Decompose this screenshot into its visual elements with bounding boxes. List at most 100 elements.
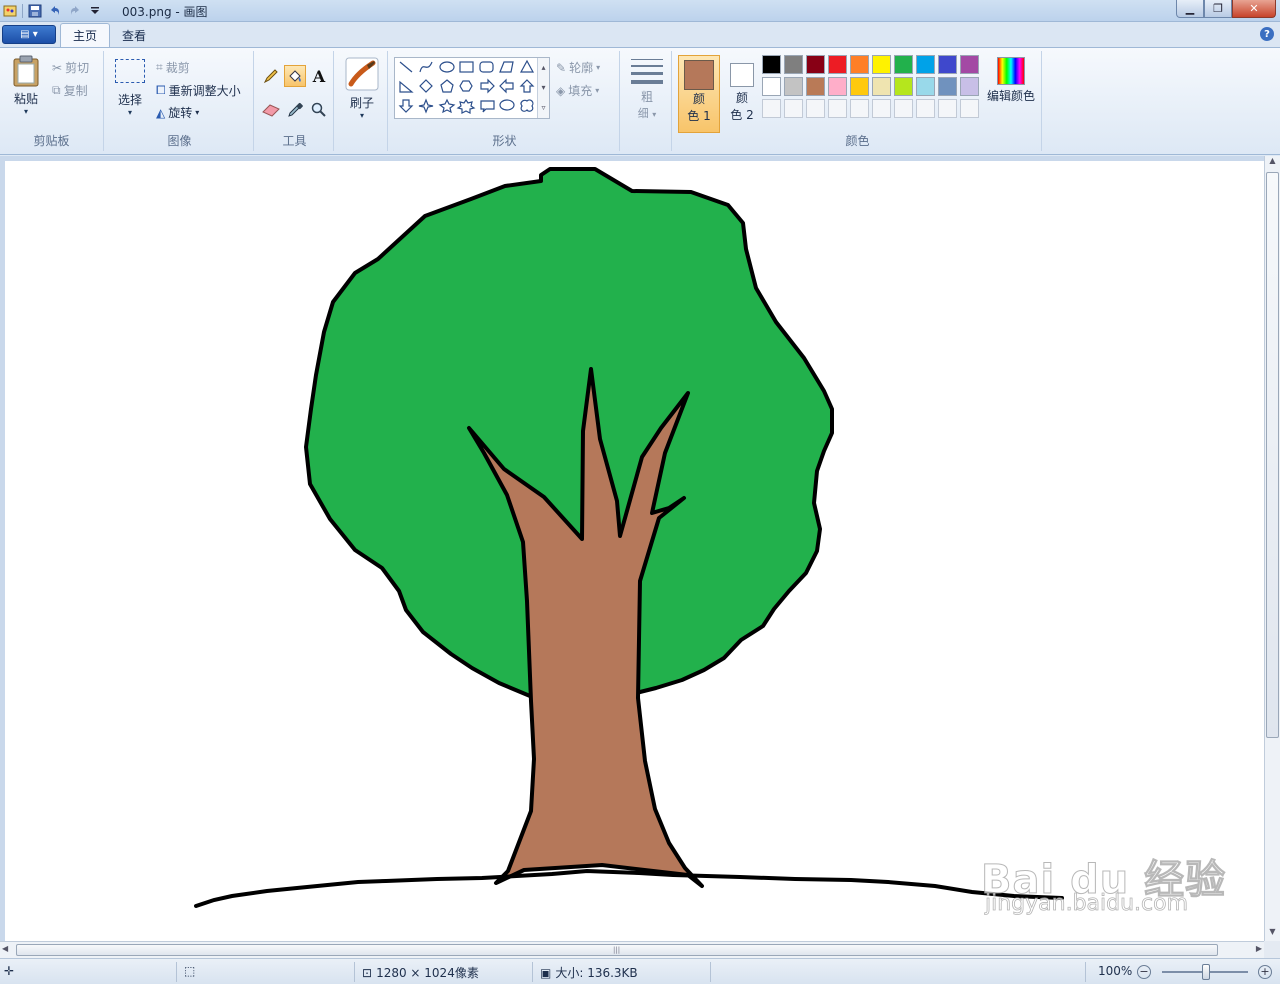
rotate-button[interactable]: ◭ 旋转 ▾ <box>156 104 199 121</box>
palette-swatch[interactable] <box>806 77 825 96</box>
palette-swatch[interactable] <box>960 55 979 74</box>
scroll-down-icon: ▾ <box>541 83 546 92</box>
cut-label: 剪切 <box>65 61 90 75</box>
custom-color-slot[interactable] <box>872 99 891 118</box>
fill-button[interactable]: ◈ 填充 ▾ <box>556 82 599 99</box>
outline-button[interactable]: ✎ 轮廓 ▾ <box>556 59 600 76</box>
palette-swatch[interactable] <box>762 55 781 74</box>
horizontal-scrollbar[interactable]: ◀ ||| ▶ <box>0 941 1264 958</box>
palette-swatch[interactable] <box>894 77 913 96</box>
scroll-up-arrow-icon[interactable]: ▲ <box>1265 156 1280 170</box>
horizontal-scroll-thumb[interactable]: ||| <box>16 944 1218 956</box>
tab-view[interactable]: 查看 <box>110 23 158 47</box>
text-tool[interactable]: A <box>308 65 330 87</box>
dimensions-icon: ⊡ <box>362 965 373 980</box>
palette-swatch[interactable] <box>850 55 869 74</box>
paste-button[interactable]: 粘贴 ▾ <box>8 55 44 116</box>
shapes-scroll[interactable]: ▴ ▾ ▿ <box>537 58 549 118</box>
copy-icon: ⧉ <box>52 83 61 97</box>
custom-color-slot[interactable] <box>938 99 957 118</box>
disk-icon: ▣ <box>540 965 552 980</box>
zoom-in-button[interactable]: + <box>1258 965 1272 979</box>
cut-button[interactable]: ✂ 剪切 <box>52 59 89 76</box>
palette-swatch[interactable] <box>806 55 825 74</box>
resize-button[interactable]: ⧠ 重新调整大小 <box>156 82 241 99</box>
custom-color-slot[interactable] <box>894 99 913 118</box>
outline-icon: ✎ <box>556 60 567 75</box>
scroll-right-arrow-icon[interactable]: ▶ <box>1256 944 1262 953</box>
scroll-down-arrow-icon[interactable]: ▼ <box>1265 927 1280 941</box>
eraser-tool[interactable] <box>260 99 282 121</box>
custom-color-slot[interactable] <box>806 99 825 118</box>
minimize-button[interactable]: ▁ <box>1176 0 1204 18</box>
vertical-scroll-thumb[interactable] <box>1266 172 1279 738</box>
palette-swatch[interactable] <box>872 55 891 74</box>
redo-icon[interactable] <box>67 3 83 19</box>
size-button[interactable]: 粗 细 ▾ <box>628 57 666 121</box>
drawing-canvas[interactable]: Bai du 经验 jingyan.baidu.com <box>5 161 1264 941</box>
app-menu-button[interactable]: ▤ ▾ <box>2 25 56 44</box>
custom-color-slot[interactable] <box>762 99 781 118</box>
outline-dropdown-icon: ▾ <box>596 63 601 72</box>
pencil-tool[interactable] <box>260 65 282 87</box>
custom-color-slot[interactable] <box>784 99 803 118</box>
palette-swatch[interactable] <box>784 55 803 74</box>
color1-button[interactable]: 颜 色 1 <box>678 55 720 133</box>
color-picker-tool[interactable] <box>284 99 306 121</box>
palette-swatch[interactable] <box>938 77 957 96</box>
palette-swatch[interactable] <box>828 77 847 96</box>
qat-customize-icon[interactable] <box>87 3 103 19</box>
shapes-gallery-icons <box>398 59 535 114</box>
palette-swatch[interactable] <box>916 55 935 74</box>
copy-button[interactable]: ⧉ 复制 <box>52 82 88 99</box>
fill-tool[interactable] <box>284 65 306 87</box>
select-button[interactable]: 选择 ▾ <box>112 59 148 117</box>
palette-swatch[interactable] <box>894 55 913 74</box>
palette-swatch[interactable] <box>916 77 935 96</box>
tab-home[interactable]: 主页 <box>60 23 111 47</box>
help-icon[interactable]: ? <box>1260 27 1274 41</box>
rotate-icon: ◭ <box>156 105 166 120</box>
custom-color-slot[interactable] <box>960 99 979 118</box>
color2-button[interactable]: 颜 色 2 <box>722 55 762 133</box>
palette-swatch[interactable] <box>762 77 781 96</box>
status-divider <box>532 962 533 982</box>
fill-label: 填充 <box>568 84 593 98</box>
palette-swatch[interactable] <box>960 77 979 96</box>
custom-color-slot[interactable] <box>828 99 847 118</box>
custom-color-slot[interactable] <box>850 99 869 118</box>
palette-swatch[interactable] <box>784 77 803 96</box>
zoom-slider-thumb[interactable] <box>1202 964 1210 980</box>
magnifier-tool[interactable] <box>308 99 330 121</box>
custom-color-slot[interactable] <box>916 99 935 118</box>
scroll-left-arrow-icon[interactable]: ◀ <box>2 944 8 953</box>
selection-icon: ⬚ <box>184 964 196 978</box>
zoom-out-button[interactable]: − <box>1137 965 1151 979</box>
brushes-label: 刷子 <box>349 96 374 110</box>
color1-label-bottom: 色 1 <box>687 109 711 123</box>
restore-button[interactable]: ❐ <box>1204 0 1232 18</box>
status-divider <box>1085 962 1086 982</box>
palette-swatch[interactable] <box>938 55 957 74</box>
select-icon <box>115 59 145 83</box>
close-button[interactable]: ✕ <box>1232 0 1276 18</box>
edit-colors-button[interactable]: 编辑颜色 <box>982 55 1040 104</box>
palette-swatch[interactable] <box>850 77 869 96</box>
size-label-bottom: 细 <box>637 107 649 120</box>
tools-group: A 工具 <box>256 51 334 151</box>
tab-view-label: 查看 <box>122 28 147 43</box>
paste-label: 粘贴 <box>13 92 38 106</box>
scissors-icon: ✂ <box>52 60 63 75</box>
paint-app-icon[interactable] <box>2 3 18 19</box>
plus-icon: + <box>1260 965 1270 978</box>
brushes-button[interactable]: 刷子 ▾ <box>342 57 382 120</box>
crop-button[interactable]: ⌗ 裁剪 <box>156 59 190 76</box>
ribbon-tab-bar: ▤ ▾ 主页 查看 ? <box>0 22 1280 47</box>
vertical-scrollbar[interactable]: ▲ ▼ <box>1264 156 1280 941</box>
palette-swatch[interactable] <box>872 77 891 96</box>
save-icon[interactable] <box>27 3 43 19</box>
palette-swatch[interactable] <box>828 55 847 74</box>
undo-icon[interactable] <box>47 3 63 19</box>
select-dropdown-icon: ▾ <box>127 108 132 117</box>
shape-fill-icon: ◈ <box>556 83 566 98</box>
